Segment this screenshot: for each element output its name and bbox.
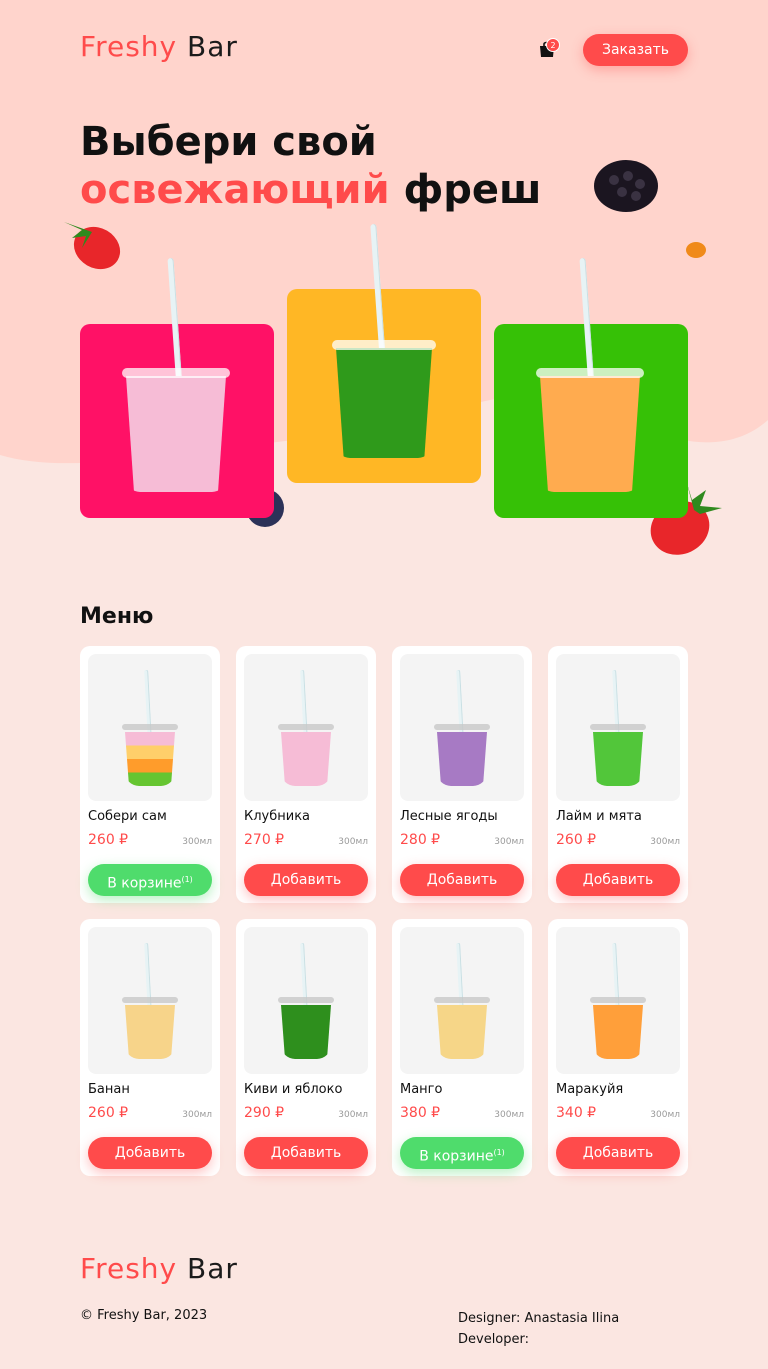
footer-logo-part-2: Bar	[187, 1252, 238, 1285]
add-to-cart-button[interactable]: Добавить	[244, 864, 368, 896]
menu-item-price: 340 ₽	[556, 1105, 597, 1121]
add-to-cart-button[interactable]: Добавить	[88, 1137, 212, 1169]
button-label: Добавить	[270, 872, 342, 888]
drink-cup	[278, 997, 334, 1059]
menu-item-name: Лайм и мята	[556, 809, 642, 824]
menu-item-volume: 300мл	[494, 1110, 524, 1120]
copyright: © Freshy Bar, 2023	[80, 1308, 208, 1323]
add-to-cart-button[interactable]: Добавить	[556, 864, 680, 896]
menu-item-name: Собери сам	[88, 809, 167, 824]
drink-cup	[434, 997, 490, 1059]
menu-item-volume: 300мл	[494, 837, 524, 847]
drink-image	[88, 654, 212, 801]
menu-item-name: Киви и яблоко	[244, 1082, 343, 1097]
footer-logo[interactable]: Freshy Bar	[80, 1252, 238, 1285]
add-to-cart-button[interactable]: Добавить	[244, 1137, 368, 1169]
menu-item-card[interactable]: Киви и яблоко 290 ₽ 300мл Добавить	[236, 919, 376, 1176]
hero-title-end: фреш	[403, 167, 542, 213]
menu-item-name: Маракуйя	[556, 1082, 624, 1097]
drink-image	[400, 654, 524, 801]
add-to-cart-button[interactable]: Добавить	[556, 1137, 680, 1169]
menu-item-name: Манго	[400, 1082, 443, 1097]
in-cart-button[interactable]: В корзине(1)	[88, 864, 212, 896]
button-label: Добавить	[582, 1145, 654, 1161]
menu-item-name: Банан	[88, 1082, 130, 1097]
cart-count-badge: 2	[546, 38, 560, 52]
drink-cup	[434, 724, 490, 786]
menu-item-volume: 300мл	[650, 1110, 680, 1120]
button-label: Добавить	[582, 872, 654, 888]
drink-image	[556, 927, 680, 1074]
drink-cup	[122, 997, 178, 1059]
menu-item-name: Клубника	[244, 809, 311, 824]
logo-part-1: Freshy	[80, 30, 178, 63]
menu-item-volume: 300мл	[650, 837, 680, 847]
menu-item-card[interactable]: Лайм и мята 260 ₽ 300мл Добавить	[548, 646, 688, 903]
menu-item-price: 270 ₽	[244, 832, 285, 848]
menu-title: Меню	[80, 604, 154, 629]
menu-item-price: 260 ₽	[88, 832, 129, 848]
order-button[interactable]: Заказать	[583, 34, 688, 66]
hero-title-line-1: Выбери свой	[80, 119, 377, 165]
footer-logo-part-1: Freshy	[80, 1252, 178, 1285]
menu-item-card[interactable]: Маракуйя 340 ₽ 300мл Добавить	[548, 919, 688, 1176]
menu-item-card[interactable]: Банан 260 ₽ 300мл Добавить	[80, 919, 220, 1176]
logo[interactable]: Freshy Bar	[80, 30, 238, 63]
menu-item-card[interactable]: Собери сам 260 ₽ 300мл В корзине(1)	[80, 646, 220, 903]
drink-image	[400, 927, 524, 1074]
drink-image	[88, 927, 212, 1074]
drink-cup	[278, 724, 334, 786]
menu-item-volume: 300мл	[338, 837, 368, 847]
menu-item-price: 380 ₽	[400, 1105, 441, 1121]
menu-item-volume: 300мл	[182, 837, 212, 847]
menu-item-name: Лесные ягоды	[400, 809, 498, 824]
sea-buckthorn-icon	[686, 242, 706, 258]
developer-credit: Developer:	[458, 1332, 530, 1347]
button-label: Добавить	[114, 1145, 186, 1161]
drink-cup	[590, 724, 646, 786]
button-label: Добавить	[426, 872, 498, 888]
menu-item-card[interactable]: Клубника 270 ₽ 300мл Добавить	[236, 646, 376, 903]
cart-count: (1)	[493, 1148, 505, 1157]
add-to-cart-button[interactable]: Добавить	[400, 864, 524, 896]
menu-item-price: 280 ₽	[400, 832, 441, 848]
menu-item-card[interactable]: Лесные ягоды 280 ₽ 300мл Добавить	[392, 646, 532, 903]
menu-item-volume: 300мл	[338, 1110, 368, 1120]
drink-image	[244, 654, 368, 801]
menu-item-card[interactable]: Манго 380 ₽ 300мл В корзине(1)	[392, 919, 532, 1176]
strawberry-icon	[64, 222, 121, 270]
drink-cup	[332, 340, 436, 458]
drink-cup	[536, 368, 644, 492]
in-cart-button[interactable]: В корзине(1)	[400, 1137, 524, 1169]
drink-cup	[122, 724, 178, 786]
menu-item-price: 260 ₽	[88, 1105, 129, 1121]
menu-item-price: 260 ₽	[556, 832, 597, 848]
drink-image	[244, 927, 368, 1074]
drink-cup	[590, 997, 646, 1059]
menu-item-volume: 300мл	[182, 1110, 212, 1120]
button-label: В корзине	[419, 1148, 494, 1165]
button-label: Добавить	[270, 1145, 342, 1161]
logo-part-2: Bar	[187, 30, 238, 63]
drink-image	[556, 654, 680, 801]
designer-credit: Designer: Anastasia Ilina	[458, 1311, 620, 1326]
blackberry-icon	[594, 160, 658, 212]
credits: Designer: Anastasia Ilina Developer:	[458, 1308, 619, 1350]
drink-cup	[122, 368, 230, 492]
menu-item-price: 290 ₽	[244, 1105, 285, 1121]
hero-title: Выбери свой освежающий фреш	[80, 118, 541, 214]
cart-count: (1)	[181, 875, 193, 884]
site-header: Freshy Bar 2 Заказать	[80, 30, 688, 70]
button-label: В корзине	[107, 875, 182, 892]
